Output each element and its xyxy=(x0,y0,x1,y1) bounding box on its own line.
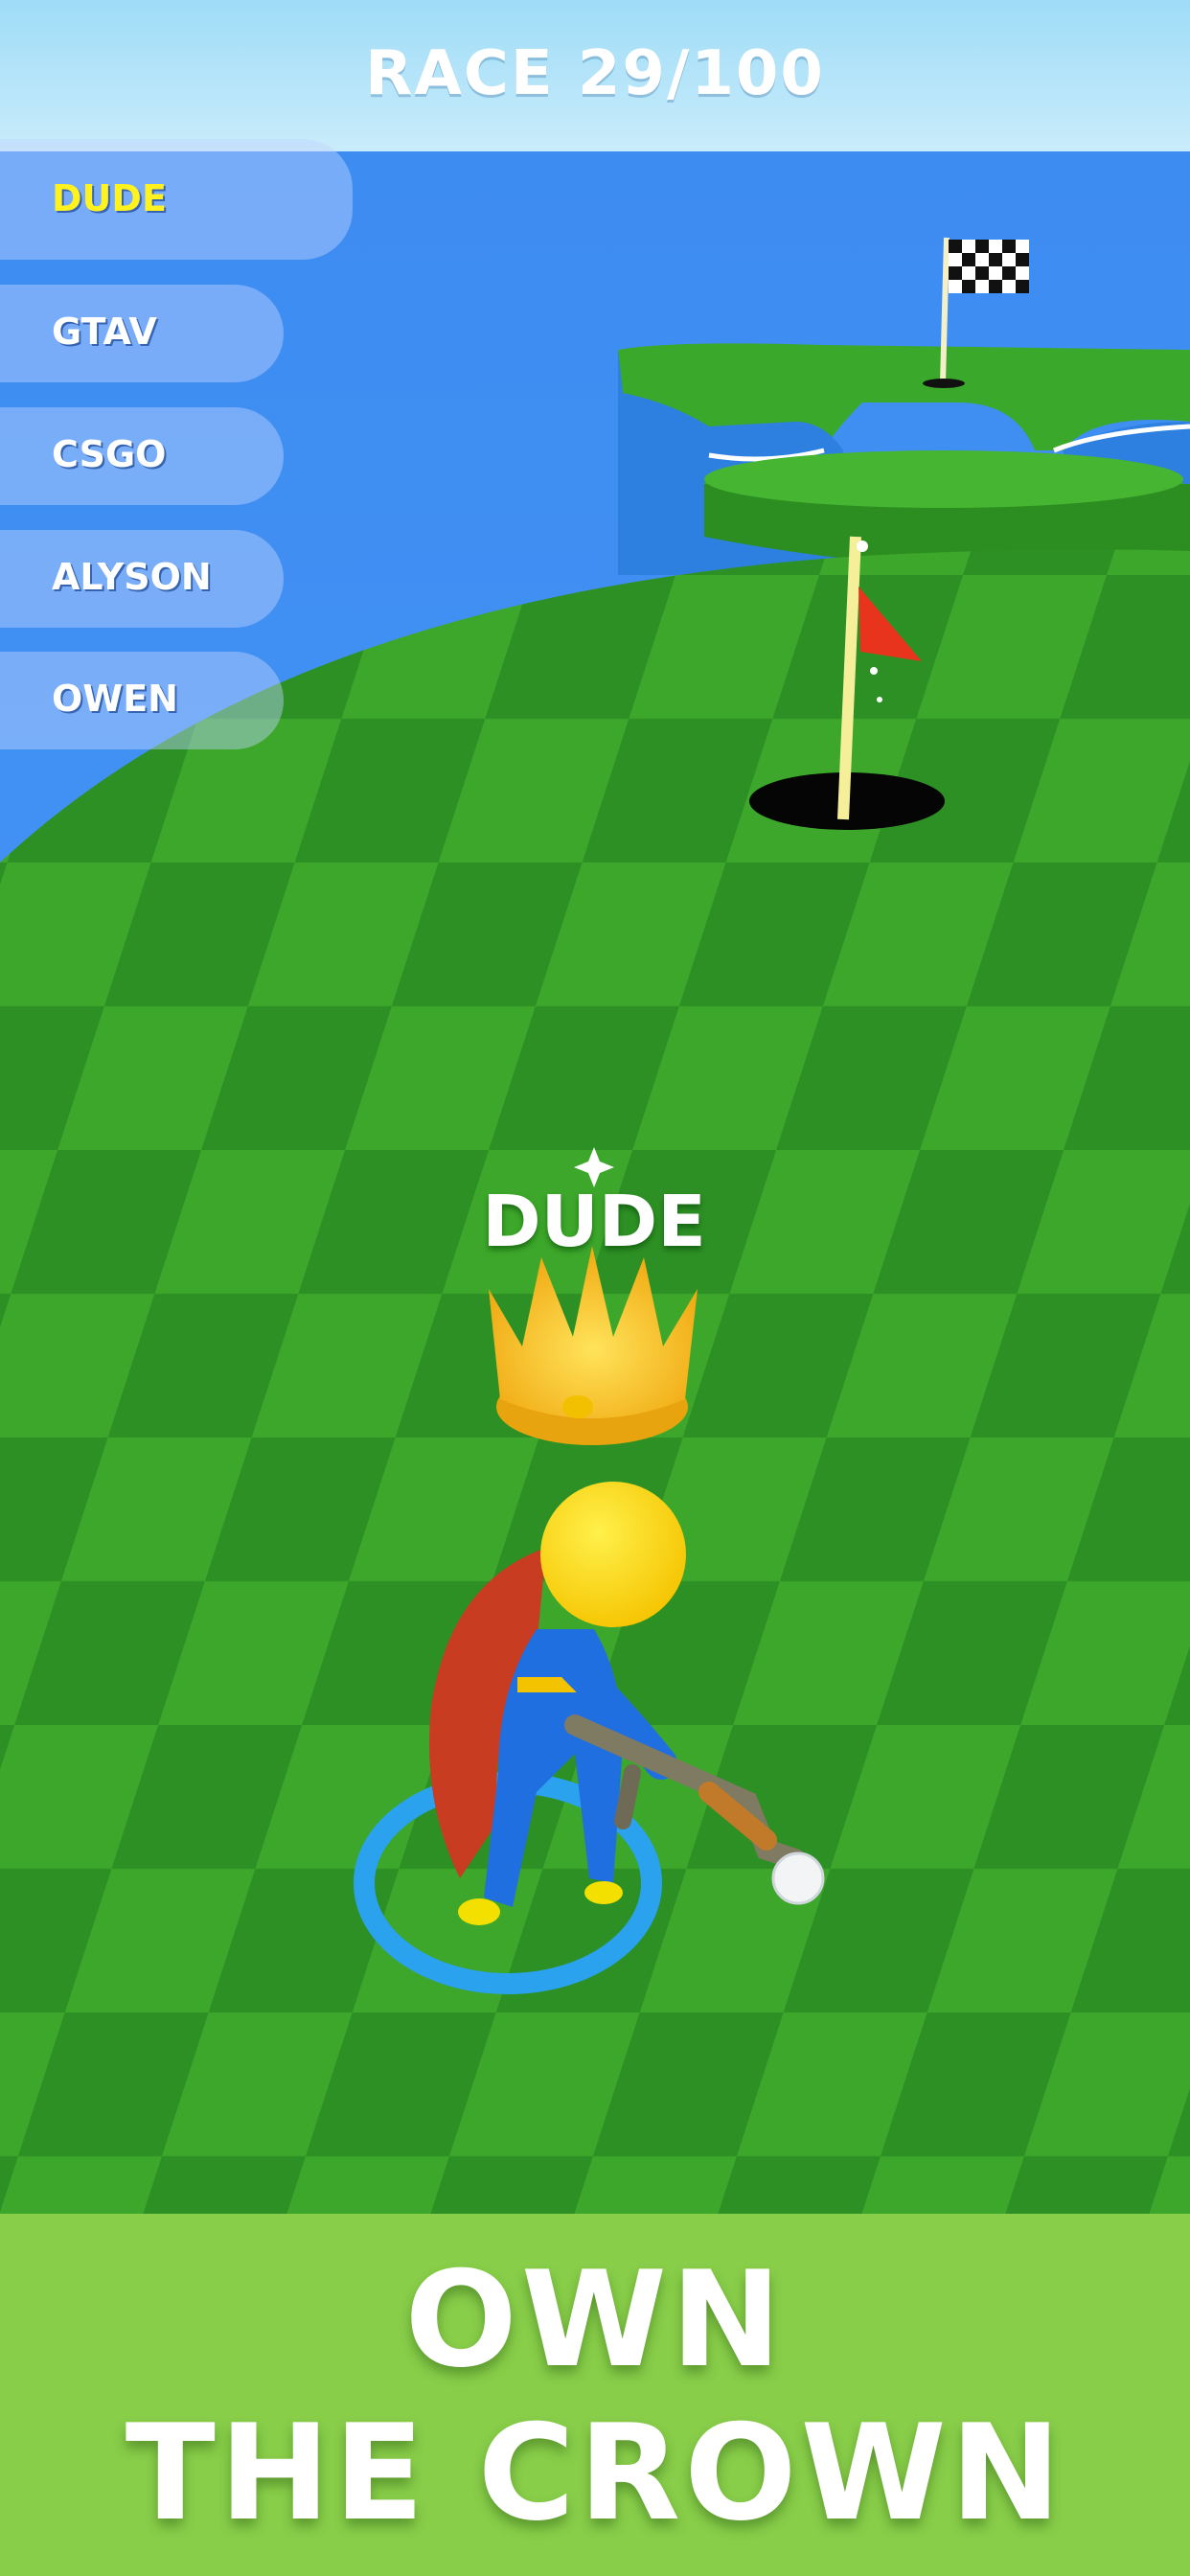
leaderboard-player-name: CSGO xyxy=(52,433,167,475)
promo-headline-line1: OWN xyxy=(404,2242,786,2397)
leaderboard-player-name: GTAV xyxy=(52,310,157,353)
leaderboard-row: OWEN xyxy=(0,652,284,749)
leaderboard-row: ALYSON xyxy=(0,530,284,628)
race-counter: RACE 29/100 xyxy=(365,38,825,109)
leaderboard-player-name: ALYSON xyxy=(52,556,212,598)
leaderboard-row: CSGO xyxy=(0,407,284,505)
leaderboard-row: DUDE xyxy=(0,139,353,260)
far-platform xyxy=(618,343,1190,575)
player-name-tag: DUDE xyxy=(482,1181,706,1263)
leaderboard-player-name: OWEN xyxy=(52,678,178,720)
promo-headline-line2: THE CROWN xyxy=(125,2396,1065,2550)
leaderboard-player-name: DUDE xyxy=(52,177,167,219)
leaderboard-row: GTAV xyxy=(0,285,284,382)
